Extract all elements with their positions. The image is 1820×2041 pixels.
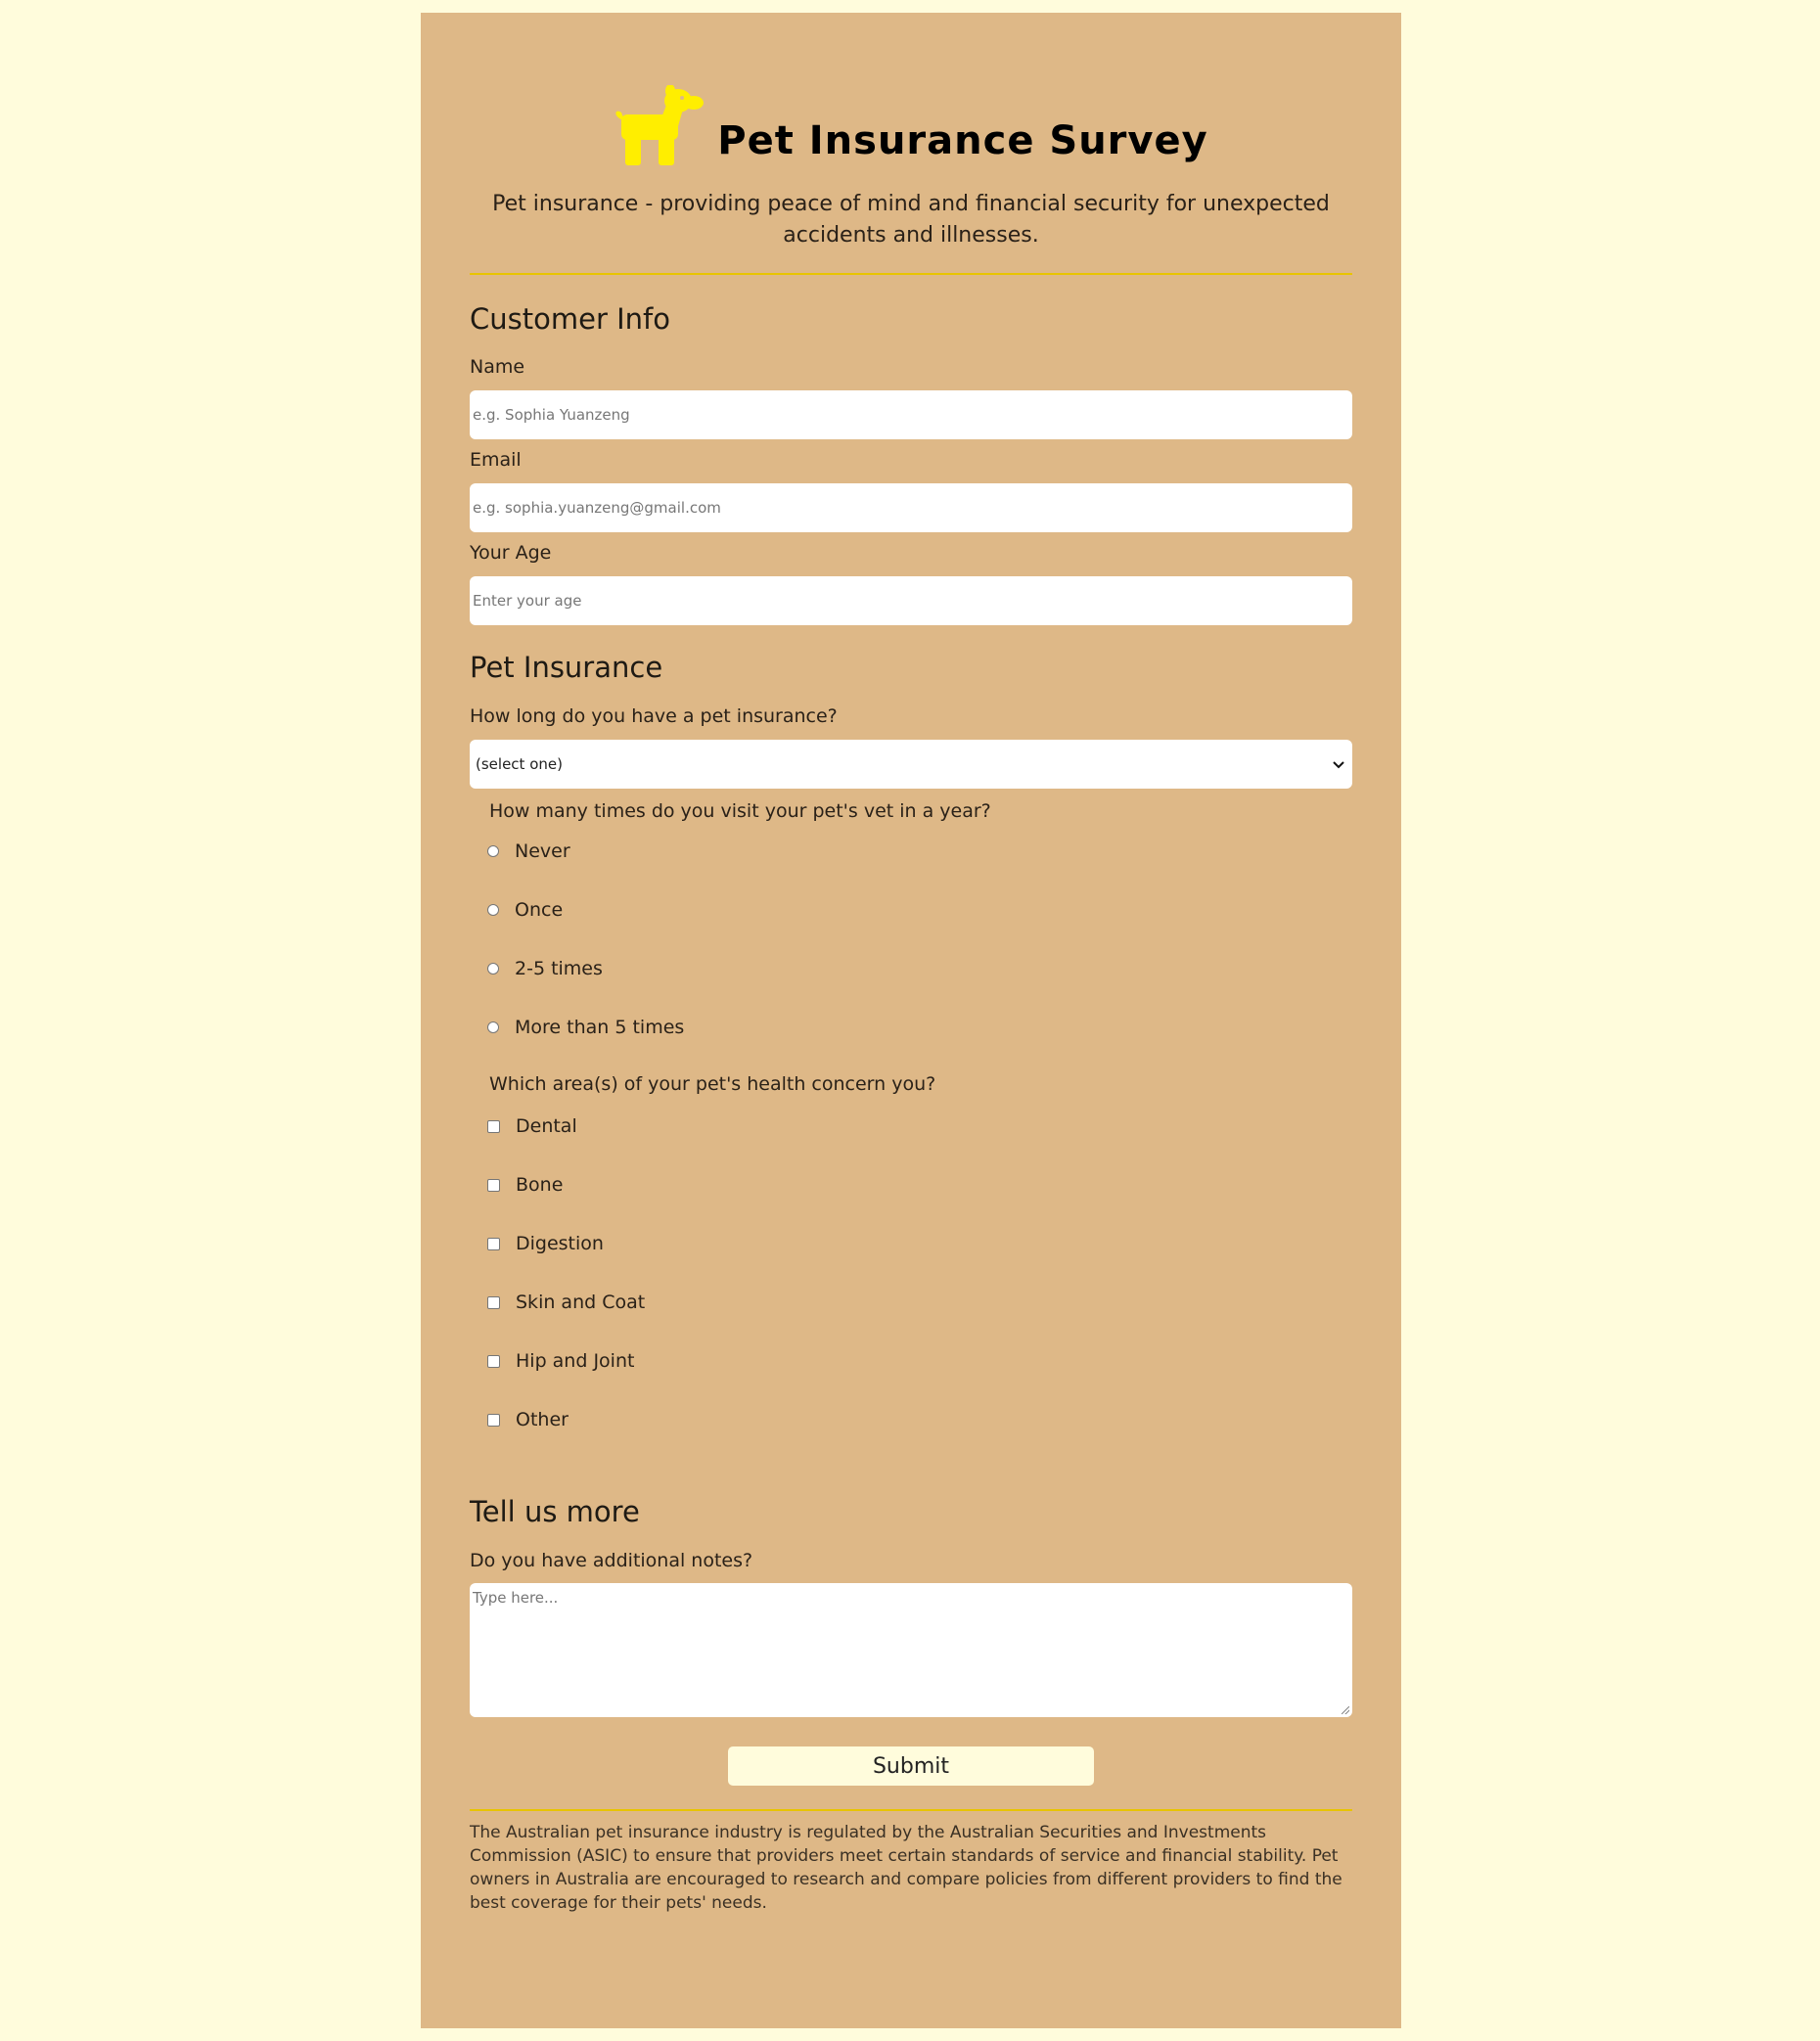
duration-select[interactable]: (select one) — [470, 740, 1352, 789]
visit-option-label: Never — [515, 840, 570, 862]
visits-question: How many times do you visit your pet's v… — [489, 800, 991, 822]
duration-label: How long do you have a pet insurance? — [470, 705, 838, 727]
radio-2-5-times[interactable] — [487, 963, 499, 975]
pet-insurance-heading: Pet Insurance — [470, 651, 663, 684]
visit-option-once[interactable]: Once — [487, 895, 1352, 925]
health-option-digestion[interactable]: Digestion — [487, 1229, 1352, 1258]
dog-icon — [614, 85, 705, 167]
customer-info-heading: Customer Info — [470, 302, 670, 336]
footer-divider — [470, 1809, 1352, 1811]
visit-option-never[interactable]: Never — [487, 837, 1352, 866]
health-option-skin-and-coat[interactable]: Skin and Coat — [487, 1288, 1352, 1317]
survey-card: Pet Insurance Survey Pet insurance - pro… — [421, 13, 1401, 2028]
name-input[interactable] — [470, 390, 1352, 439]
checkbox-digestion[interactable] — [487, 1237, 500, 1250]
radio-never[interactable] — [487, 845, 499, 857]
notes-placeholder: Type here... — [473, 1589, 559, 1607]
health-option-hip-and-joint[interactable]: Hip and Joint — [487, 1346, 1352, 1376]
checkbox-dental[interactable] — [487, 1119, 500, 1133]
checkbox-skin-and-coat[interactable] — [487, 1295, 500, 1309]
health-option-dental[interactable]: Dental — [487, 1111, 1352, 1141]
title-row: Pet Insurance Survey — [470, 79, 1352, 167]
visit-option-label: 2-5 times — [515, 958, 603, 979]
notes-label: Do you have additional notes? — [470, 1550, 753, 1571]
visit-option-2-5-times[interactable]: 2-5 times — [487, 954, 1352, 983]
health-option-other[interactable]: Other — [487, 1405, 1352, 1434]
radio-once[interactable] — [487, 904, 499, 916]
tagline: Pet insurance - providing peace of mind … — [492, 192, 1330, 248]
tell-us-more-heading: Tell us more — [470, 1495, 640, 1528]
age-label: Your Age — [470, 542, 552, 564]
health-checkbox-group: Dental Bone Digestion Skin and Coat Hip … — [470, 1111, 1352, 1434]
name-label: Name — [470, 356, 525, 378]
checkbox-bone[interactable] — [487, 1178, 500, 1192]
radio-more-than-5[interactable] — [487, 1021, 499, 1033]
health-option-label: Skin and Coat — [516, 1292, 646, 1313]
page-title: Pet Insurance Survey — [717, 118, 1208, 163]
health-option-bone[interactable]: Bone — [487, 1170, 1352, 1200]
notes-textarea[interactable]: Type here... — [470, 1583, 1352, 1717]
health-option-label: Dental — [516, 1115, 577, 1137]
health-option-label: Hip and Joint — [516, 1350, 635, 1372]
survey-header: Pet Insurance Survey Pet insurance - pro… — [470, 13, 1352, 251]
health-option-label: Digestion — [516, 1233, 604, 1254]
email-input[interactable] — [470, 483, 1352, 532]
health-option-label: Bone — [516, 1174, 564, 1196]
footer-note: The Australian pet insurance industry is… — [470, 1823, 1342, 1913]
resize-handle-icon[interactable] — [1342, 1706, 1349, 1714]
health-question: Which area(s) of your pet's health conce… — [489, 1073, 936, 1095]
duration-select-value: (select one) — [476, 755, 563, 773]
chevron-down-icon — [1333, 755, 1344, 773]
visit-option-more-than-5[interactable]: More than 5 times — [487, 1013, 1352, 1042]
visit-option-label: Once — [515, 899, 564, 921]
visits-radio-group: Never Once 2-5 times More than 5 times — [470, 837, 1352, 1042]
visit-option-label: More than 5 times — [515, 1017, 685, 1038]
checkbox-hip-and-joint[interactable] — [487, 1354, 500, 1368]
checkbox-other[interactable] — [487, 1413, 500, 1427]
email-label: Email — [470, 449, 522, 471]
health-option-label: Other — [516, 1409, 569, 1430]
age-input[interactable] — [470, 576, 1352, 625]
submit-button[interactable]: Submit — [728, 1746, 1094, 1786]
header-divider — [470, 273, 1352, 275]
